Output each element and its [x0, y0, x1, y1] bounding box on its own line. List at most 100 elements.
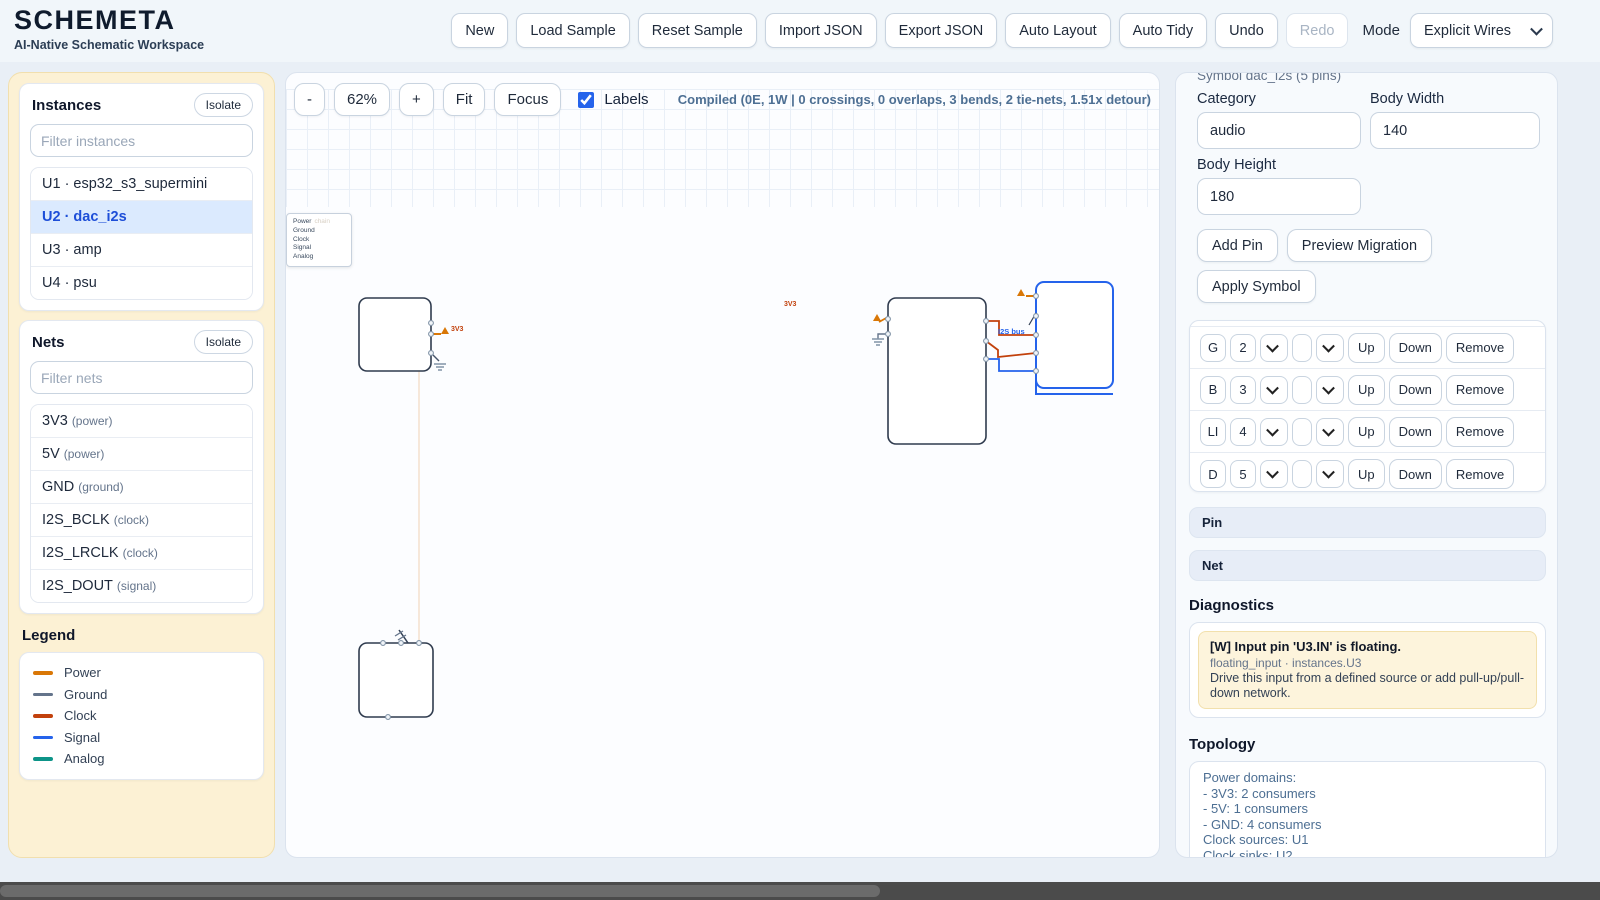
net-item-i2s-bclk[interactable]: I2S_BCLK(clock) — [31, 503, 252, 536]
header-button-load-sample[interactable]: Load Sample — [516, 13, 629, 48]
wire-i2s-dout[interactable] — [986, 359, 1036, 371]
pin-number-input[interactable] — [1230, 334, 1256, 362]
net-item-gnd[interactable]: GND(ground) — [31, 470, 252, 503]
component-u3-body[interactable] — [359, 298, 431, 371]
section-pin[interactable]: Pin — [1189, 507, 1546, 538]
preview-migration-button[interactable]: Preview Migration — [1287, 229, 1432, 262]
pin[interactable] — [886, 332, 891, 337]
pin[interactable] — [1034, 294, 1039, 299]
instances-isolate-button[interactable]: Isolate — [194, 93, 253, 117]
header-button-auto-layout[interactable]: Auto Layout — [1005, 13, 1110, 48]
horizontal-scrollbar[interactable] — [0, 882, 1600, 900]
net-item-i2s-lrclk[interactable]: I2S_LRCLK(clock) — [31, 536, 252, 569]
header-button-auto-tidy[interactable]: Auto Tidy — [1119, 13, 1207, 48]
pin-down-button[interactable]: Down — [1389, 375, 1442, 405]
pin-number-input[interactable] — [1230, 460, 1256, 488]
pin[interactable] — [429, 321, 434, 326]
pin[interactable] — [429, 351, 434, 356]
instance-item-u2[interactable]: U2 · dac_i2s — [31, 200, 252, 233]
pin-name-input[interactable] — [1200, 376, 1226, 404]
pin-side-select[interactable] — [1260, 376, 1288, 404]
instance-item-u1[interactable]: U1 · esp32_s3_supermini — [31, 168, 252, 200]
schematic-canvas[interactable]: - 62% + Fit Focus Labels Compiled (0E, 1… — [285, 72, 1160, 858]
pin-number-input[interactable] — [1230, 418, 1256, 446]
pin[interactable] — [1034, 333, 1039, 338]
nets-filter-input[interactable] — [30, 361, 253, 394]
pin-number-input[interactable] — [1230, 376, 1256, 404]
pin[interactable] — [984, 339, 989, 344]
pin-length-input[interactable] — [1292, 418, 1312, 446]
pin-remove-button[interactable]: Remove — [1446, 333, 1514, 363]
pin[interactable] — [417, 641, 422, 646]
header-button-reset-sample[interactable]: Reset Sample — [638, 13, 757, 48]
component-u2-body-selected[interactable] — [1036, 282, 1113, 388]
pin[interactable] — [429, 332, 434, 337]
category-input[interactable] — [1197, 112, 1361, 149]
pin-side-select[interactable] — [1260, 334, 1288, 362]
pin-up-button[interactable]: Up — [1348, 320, 1385, 321]
focus-button[interactable]: Focus — [494, 83, 561, 116]
pin[interactable] — [381, 641, 386, 646]
pin-remove-button[interactable]: Remove — [1446, 320, 1514, 321]
pin-remove-button[interactable]: Remove — [1446, 459, 1514, 489]
pin-down-button[interactable]: Down — [1389, 333, 1442, 363]
pin[interactable] — [399, 641, 404, 646]
header-button-new[interactable]: New — [451, 13, 508, 48]
pin-type-select[interactable] — [1316, 460, 1344, 488]
apply-symbol-button[interactable]: Apply Symbol — [1197, 270, 1316, 303]
add-pin-button[interactable]: Add Pin — [1197, 229, 1278, 262]
instance-item-u4[interactable]: U4 · psu — [31, 266, 252, 299]
pin-up-button[interactable]: Up — [1348, 375, 1385, 405]
pin-name-input[interactable] — [1200, 334, 1226, 362]
fit-button[interactable]: Fit — [443, 83, 486, 116]
instance-item-u3[interactable]: U3 · amp — [31, 233, 252, 266]
pin-name-input[interactable] — [1200, 418, 1226, 446]
pin-up-button[interactable]: Up — [1348, 417, 1385, 447]
pin-up-button[interactable]: Up — [1348, 459, 1385, 489]
zoom-level-button[interactable]: 62% — [334, 83, 390, 116]
pin[interactable] — [886, 317, 891, 322]
pin-length-input[interactable] — [1292, 334, 1312, 362]
section-net[interactable]: Net — [1189, 550, 1546, 581]
net-item-3v3[interactable]: 3V3(power) — [31, 405, 252, 437]
pin-type-select[interactable] — [1316, 418, 1344, 446]
pin-remove-button[interactable]: Remove — [1446, 375, 1514, 405]
pin-down-button[interactable]: Down — [1389, 459, 1442, 489]
body-width-input[interactable] — [1370, 112, 1540, 149]
pin-down-button[interactable]: Down — [1389, 320, 1442, 321]
instances-filter-input[interactable] — [30, 124, 253, 157]
pin-remove-button[interactable]: Remove — [1446, 417, 1514, 447]
pin[interactable] — [984, 319, 989, 324]
mode-select[interactable]: Explicit Wires — [1410, 13, 1553, 48]
zoom-out-button[interactable]: - — [294, 83, 325, 116]
component-u4-body[interactable] — [359, 643, 433, 717]
pin[interactable] — [1034, 314, 1039, 319]
pin-length-input[interactable] — [1292, 376, 1312, 404]
pin-type-select[interactable] — [1316, 334, 1344, 362]
nets-isolate-button[interactable]: Isolate — [194, 330, 253, 354]
pin[interactable] — [1034, 369, 1039, 374]
net-item-i2s-dout[interactable]: I2S_DOUT(signal) — [31, 569, 252, 602]
pin-side-select[interactable] — [1260, 460, 1288, 488]
labels-checkbox[interactable] — [578, 92, 594, 108]
pin-type-select[interactable] — [1316, 376, 1344, 404]
header-button-import-json[interactable]: Import JSON — [765, 13, 877, 48]
component-u1-body[interactable] — [888, 298, 986, 444]
header-button-export-json[interactable]: Export JSON — [885, 13, 998, 48]
pin-side-select[interactable] — [1260, 418, 1288, 446]
pin-down-button[interactable]: Down — [1389, 417, 1442, 447]
header-button-undo[interactable]: Undo — [1215, 13, 1278, 48]
pin-name-input[interactable] — [1200, 460, 1226, 488]
body-height-input[interactable] — [1197, 178, 1361, 215]
pin[interactable] — [386, 715, 391, 720]
warning-alert[interactable]: [W] Input pin 'U3.IN' is floating. float… — [1198, 631, 1537, 709]
pin[interactable] — [1034, 351, 1039, 356]
pin-length-input[interactable] — [1292, 460, 1312, 488]
zoom-in-button[interactable]: + — [399, 83, 434, 116]
pin-up-button[interactable]: Up — [1348, 333, 1385, 363]
header-button-redo[interactable]: Redo — [1286, 13, 1349, 48]
wire-i2s-lrclk[interactable] — [986, 341, 1036, 357]
scrollbar-thumb[interactable] — [0, 885, 880, 897]
net-item-5v[interactable]: 5V(power) — [31, 437, 252, 470]
pin[interactable] — [984, 357, 989, 362]
